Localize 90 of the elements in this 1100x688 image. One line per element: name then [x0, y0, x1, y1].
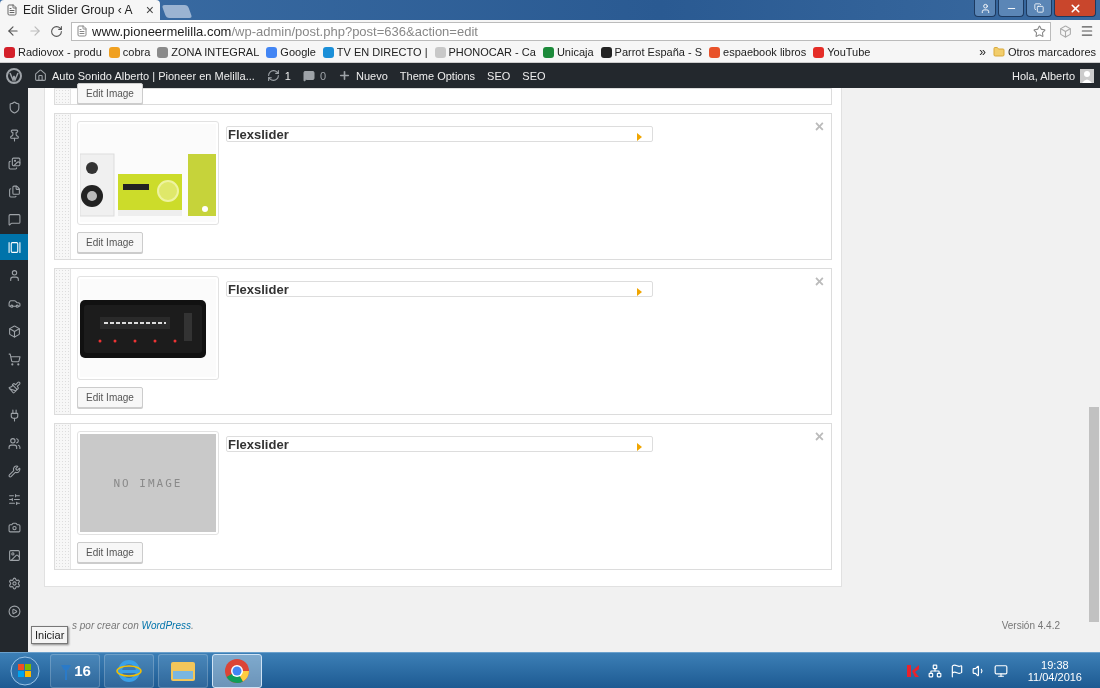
- cart-icon: [7, 352, 21, 366]
- title-field[interactable]: Flexslider: [226, 126, 653, 142]
- page-icon: [76, 25, 88, 37]
- image-icon: [7, 548, 21, 562]
- brush-icon: [7, 380, 21, 394]
- settings-icon: [7, 576, 21, 590]
- triangle-icon: [637, 288, 642, 296]
- bookmark[interactable]: espaebook libros: [709, 46, 807, 58]
- more-bookmarks-button[interactable]: »: [979, 45, 986, 59]
- edit-image-button[interactable]: Edit Image: [77, 232, 143, 253]
- pin-icon: [7, 128, 21, 142]
- admin-bar-link[interactable]: SEO: [487, 69, 511, 82]
- folder-icon: [992, 46, 1005, 58]
- back-button[interactable]: [6, 24, 20, 38]
- edit-image-button[interactable]: Edit Image: [77, 83, 143, 104]
- wordpress-logo-icon[interactable]: [6, 67, 22, 84]
- admin-bar-link[interactable]: SEO: [522, 69, 546, 82]
- chrome-icon: [224, 657, 250, 684]
- windows-logo-icon: [10, 655, 40, 686]
- sliders-icon: [7, 492, 21, 506]
- play-icon: [7, 604, 21, 618]
- plus-icon: [338, 69, 352, 82]
- triangle-icon: [637, 443, 642, 451]
- drag-handle[interactable]: [55, 269, 71, 414]
- comments-link[interactable]: 0: [302, 69, 327, 82]
- admin-bar-link[interactable]: Theme Options: [399, 69, 476, 82]
- camera-icon: [7, 520, 21, 534]
- clock[interactable]: 19:38 11/04/2016: [1015, 658, 1096, 683]
- users-icon: [7, 436, 21, 450]
- browser-tab[interactable]: Edit Slider Group ‹ A ×: [0, 0, 160, 20]
- new-tab-button[interactable]: [161, 5, 193, 18]
- edit-image-button[interactable]: Edit Image: [77, 542, 143, 563]
- restore-button[interactable]: [1026, 0, 1052, 17]
- close-icon: [1068, 1, 1082, 15]
- menu-icon[interactable]: [1080, 24, 1094, 38]
- drag-handle[interactable]: [55, 424, 71, 569]
- tooltip: Iniciar: [31, 626, 69, 644]
- account-link[interactable]: Hola, Alberto: [1012, 68, 1094, 83]
- monitor-icon[interactable]: [993, 663, 1008, 678]
- bookmark[interactable]: TV EN DIRECTO |: [322, 46, 428, 58]
- reload-button[interactable]: [50, 24, 63, 38]
- sidebar-menu-item[interactable]: [0, 234, 28, 260]
- flag-icon[interactable]: [949, 663, 964, 678]
- bookmark[interactable]: PHONOCAR - Ca: [434, 46, 536, 58]
- refresh-icon: [266, 69, 280, 82]
- no-image-label: NO IMAGE: [113, 476, 183, 490]
- network-icon[interactable]: [927, 663, 942, 678]
- wrench-icon: [7, 464, 21, 478]
- avatar-icon: [1080, 68, 1094, 83]
- comment-icon: [302, 69, 315, 82]
- pages-icon: [7, 184, 21, 198]
- comment-icon: [7, 212, 21, 226]
- title-field[interactable]: Flexslider: [226, 281, 653, 297]
- restore-icon: [1034, 3, 1044, 13]
- bookmark[interactable]: Unicaja: [542, 46, 594, 58]
- version-text: Versión 4.4.2: [1001, 620, 1060, 631]
- drag-handle[interactable]: [55, 114, 71, 259]
- shield-icon: [7, 100, 21, 114]
- page-icon: [6, 4, 18, 16]
- bookmark[interactable]: Radiovox - produ: [4, 46, 102, 58]
- footer-credit: s por crear con WordPress.: [72, 620, 194, 631]
- bookmark[interactable]: ZONA INTEGRAL: [157, 46, 260, 58]
- triangle-icon: [637, 133, 642, 141]
- bookmark[interactable]: YouTube: [813, 46, 871, 58]
- edit-image-button[interactable]: Edit Image: [77, 387, 143, 408]
- bookmark[interactable]: cobra: [108, 46, 151, 58]
- user-icon: [979, 2, 991, 14]
- tab-close-button[interactable]: ×: [145, 2, 154, 18]
- taskbar-app[interactable]: [212, 653, 262, 688]
- bookmark-star-icon[interactable]: [1033, 24, 1046, 38]
- close-button[interactable]: [1054, 0, 1096, 17]
- other-bookmarks[interactable]: Otros marcadores: [992, 46, 1096, 58]
- new-link[interactable]: Nuevo: [338, 69, 388, 82]
- updates-link[interactable]: 1: [266, 69, 291, 82]
- images-icon: [7, 156, 21, 170]
- site-name-link[interactable]: Auto Sonido Alberto | Pioneer en Melilla...: [34, 69, 255, 82]
- slider-icon: [7, 240, 21, 254]
- browser-e-icon: [116, 657, 142, 684]
- home-icon: [34, 69, 47, 82]
- wordpress-link[interactable]: WordPress: [141, 620, 191, 631]
- address-field[interactable]: www.pioneermelilla.com/wp-admin/post.php?post=636&action=edit: [71, 21, 1051, 41]
- profile-button[interactable]: [974, 0, 996, 17]
- bookmark[interactable]: Google: [266, 46, 316, 58]
- user-icon: [7, 268, 21, 282]
- scrollbar-thumb[interactable]: [1089, 407, 1099, 622]
- title-field[interactable]: Flexslider: [226, 436, 653, 452]
- taskbar-app[interactable]: 16: [50, 653, 100, 688]
- drag-handle[interactable]: [55, 89, 71, 104]
- bookmark[interactable]: Parrot España - S: [600, 46, 703, 58]
- box-icon: [7, 324, 21, 338]
